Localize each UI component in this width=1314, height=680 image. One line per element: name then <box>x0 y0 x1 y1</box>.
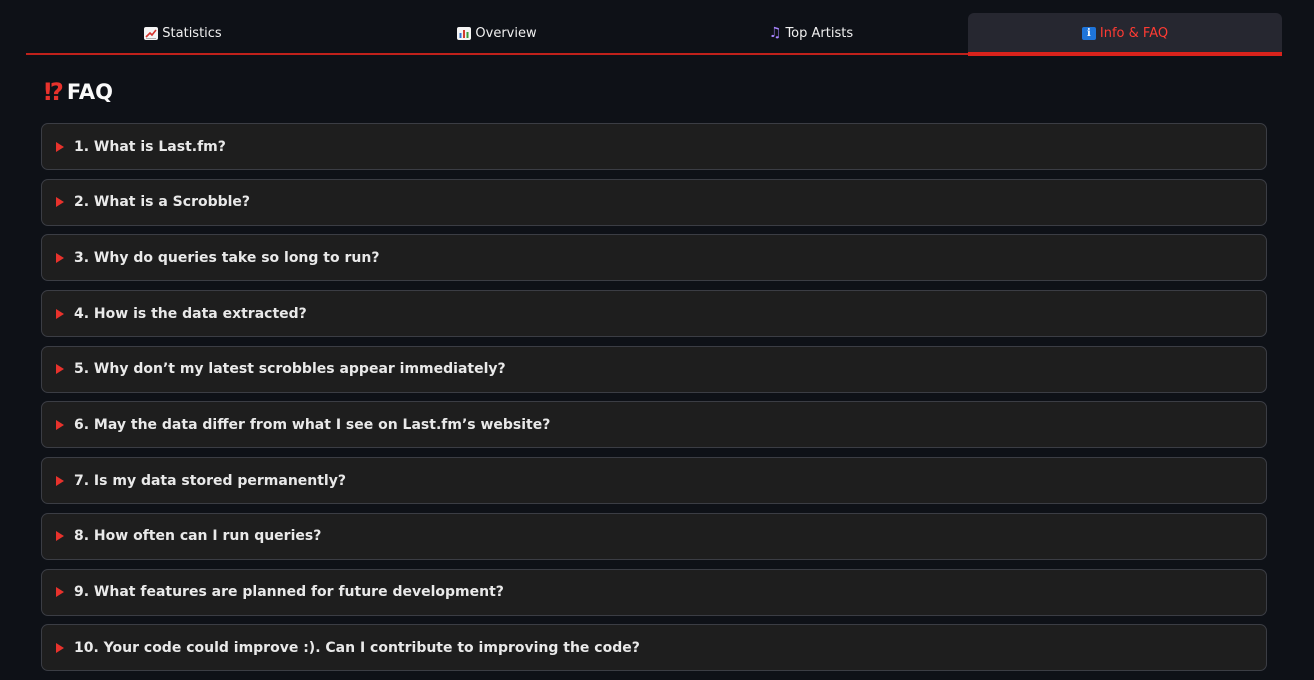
faq-expander[interactable]: 7. Is my data stored permanently? <box>41 457 1267 505</box>
expand-arrow-icon <box>56 197 64 208</box>
exclamation-question-icon: ⁉ <box>44 78 64 106</box>
tab-top-artists[interactable]: ♫ Top Artists <box>654 13 968 53</box>
faq-expander[interactable]: 6. May the data differ from what I see o… <box>41 401 1267 449</box>
expand-arrow-icon <box>56 587 64 597</box>
chart-increasing-icon <box>144 26 159 40</box>
faq-question: 4. How is the data extracted? <box>74 305 307 322</box>
page-title-text: FAQ <box>66 80 113 104</box>
faq-expander[interactable]: 9. What features are planned for future … <box>41 568 1267 616</box>
faq-question: 6. May the data differ from what I see o… <box>74 416 551 433</box>
faq-list: 1. What is Last.fm? 2. What is a Scrobbl… <box>41 123 1267 680</box>
faq-question: 9. What features are planned for future … <box>74 584 504 600</box>
faq-expander[interactable]: 2. What is a Scrobble? <box>41 178 1267 226</box>
expand-arrow-icon <box>56 642 64 653</box>
tab-top-artists-label: Top Artists <box>785 25 854 41</box>
bar-chart-icon <box>457 26 472 40</box>
faq-expander[interactable]: 3. Why do queries take so long to run? <box>41 234 1267 282</box>
faq-expander[interactable]: 10. Your code could improve :). Can I co… <box>41 624 1267 672</box>
tab-statistics[interactable]: Statistics <box>26 13 340 53</box>
faq-question: 1. What is Last.fm? <box>74 138 226 155</box>
tab-info-faq[interactable]: i Info & FAQ <box>968 13 1282 56</box>
faq-expander[interactable]: 5. Why don’t my latest scrobbles appear … <box>41 345 1267 393</box>
expand-arrow-icon <box>56 419 64 430</box>
expand-arrow-icon <box>56 364 64 375</box>
faq-expander[interactable]: 8. How often can I run queries? <box>41 512 1267 560</box>
information-icon: i <box>1081 26 1096 40</box>
faq-question: 7. Is my data stored permanently? <box>74 472 346 489</box>
faq-question: 5. Why don’t my latest scrobbles appear … <box>74 361 506 378</box>
faq-question: 2. What is a Scrobble? <box>74 194 251 211</box>
faq-question: 8. How often can I run queries? <box>74 528 322 545</box>
faq-expander[interactable]: 1. What is Last.fm? <box>41 123 1267 170</box>
page-title: ⁉ FAQ <box>44 78 113 106</box>
tab-overview[interactable]: Overview <box>340 13 654 53</box>
expand-arrow-icon <box>56 252 64 263</box>
musical-notes-icon: ♫ <box>768 24 782 41</box>
faq-question: 10. Your code could improve :). Can I co… <box>74 639 640 656</box>
tab-bar: Statistics Overview ♫ Top Artists i Info… <box>26 13 1282 56</box>
expand-arrow-icon <box>56 475 64 486</box>
tab-statistics-label: Statistics <box>162 25 222 41</box>
faq-question: 3. Why do queries take so long to run? <box>74 249 380 266</box>
tab-overview-label: Overview <box>475 25 537 41</box>
expand-arrow-icon <box>56 531 64 542</box>
app-root: Statistics Overview ♫ Top Artists i Info… <box>0 0 1314 680</box>
expand-arrow-icon <box>56 308 64 319</box>
faq-expander[interactable]: 4. How is the data extracted? <box>41 290 1267 338</box>
tab-info-faq-label: Info & FAQ <box>1099 25 1169 41</box>
expand-arrow-icon <box>56 141 64 152</box>
